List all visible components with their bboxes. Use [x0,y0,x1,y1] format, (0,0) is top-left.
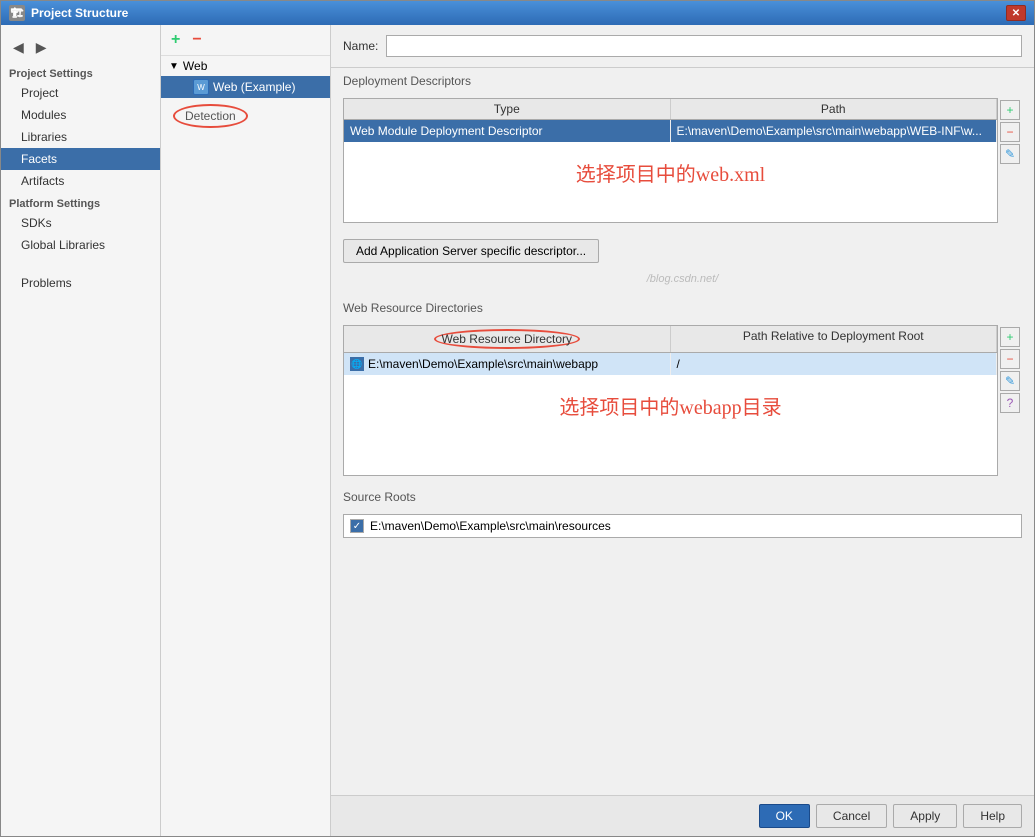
right-panel: Name: Web Deployment Descriptors Type Pa… [331,25,1034,836]
middle-toolbar: + − [161,25,330,56]
deployment-descriptors-section: Deployment Descriptors [331,68,1034,98]
tree-arrow: ▼ [169,61,179,72]
right-scroll-area: Deployment Descriptors Type Path Web Mod… [331,68,1034,795]
sidebar: ◀ ▶ Project Settings Project Modules Lib… [1,25,161,836]
sidebar-item-problems[interactable]: Problems [1,272,160,294]
tree-web-node[interactable]: ▼ Web [161,56,330,76]
deployment-side-buttons: + − ✎ [998,98,1022,223]
web-resource-side-buttons: + − ✎ ? [998,325,1022,476]
window-title: Project Structure [31,6,128,20]
add-server-btn-row: Add Application Server specific descript… [343,239,1022,263]
source-roots-checkbox[interactable]: ✓ [350,519,364,533]
deployment-descriptors-title: Deployment Descriptors [343,74,1022,88]
ok-button[interactable]: OK [759,804,810,828]
close-button[interactable]: ✕ [1006,5,1026,21]
rel-path-col-header: Path Relative to Deployment Root [671,326,998,352]
project-structure-window: 🏗 Project Structure ✕ ◀ ▶ Project Settin… [0,0,1035,837]
cancel-button[interactable]: Cancel [816,804,887,828]
web-resource-edit-button[interactable]: ✎ [1000,371,1020,391]
checkbox-check: ✓ [353,521,361,532]
sidebar-nav: ◀ ▶ Project Settings Project Modules Lib… [1,25,160,836]
web-resource-table-empty: 选择项目中的webapp目录 [344,375,997,475]
web-resource-remove-button[interactable]: − [1000,349,1020,369]
detection-label: Detection [185,109,236,123]
web-resource-dirs-section: Web Resource Directories [331,295,1034,325]
webapp-annotation: 选择项目中的webapp目录 [344,375,997,436]
main-content: ◀ ▶ Project Settings Project Modules Lib… [1,25,1034,836]
sidebar-item-global-libraries[interactable]: Global Libraries [1,234,160,256]
web-resource-table: Web Resource Directory Path Relative to … [343,325,998,476]
tree-web-example-node[interactable]: W Web (Example) [161,76,330,98]
platform-settings-label: Platform Settings [1,192,160,212]
deployment-remove-button[interactable]: − [1000,122,1020,142]
source-roots-section: Source Roots [331,484,1034,514]
source-roots-row: ✓ E:\maven\Demo\Example\src\main\resourc… [343,514,1022,538]
help-button[interactable]: Help [963,804,1022,828]
nav-forward-button[interactable]: ▶ [32,37,51,58]
add-facet-button[interactable]: + [167,29,184,51]
source-roots-path: E:\maven\Demo\Example\src\main\resources [370,519,611,533]
project-settings-label: Project Settings [1,62,160,82]
descriptor-path-cell: E:\maven\Demo\Example\src\main\webapp\WE… [671,120,998,142]
web-xml-annotation: 选择项目中的web.xml [344,142,997,203]
deployment-table-empty: 选择项目中的web.xml [344,142,997,222]
web-resource-help-button[interactable]: ? [1000,393,1020,413]
title-bar: 🏗 Project Structure ✕ [1,1,1034,25]
deployment-table-header: Type Path [344,99,997,120]
name-row: Name: Web [331,25,1034,68]
web-resource-dir-cell: 🌐 E:\maven\Demo\Example\src\main\webapp [344,353,671,375]
sidebar-item-sdks[interactable]: SDKs [1,212,160,234]
detection-area: Detection [161,98,330,128]
sidebar-item-facets[interactable]: Facets [1,148,160,170]
deployment-add-button[interactable]: + [1000,100,1020,120]
web-resource-row[interactable]: 🌐 E:\maven\Demo\Example\src\main\webapp … [344,353,997,375]
tree-web-example-label: Web (Example) [213,80,295,94]
window-icon: 🏗 [9,5,25,21]
sidebar-item-project[interactable]: Project [1,82,160,104]
nav-back-button[interactable]: ◀ [9,37,28,58]
dir-col-header: Web Resource Directory [344,326,671,352]
descriptor-type-cell: Web Module Deployment Descriptor [344,120,671,142]
deployment-descriptors-table: Type Path Web Module Deployment Descript… [343,98,998,223]
sidebar-item-modules[interactable]: Modules [1,104,160,126]
title-bar-controls: ✕ [1006,5,1026,21]
apply-button[interactable]: Apply [893,804,957,828]
add-server-descriptor-button[interactable]: Add Application Server specific descript… [343,239,599,263]
web-icon: W [193,79,209,95]
sidebar-item-libraries[interactable]: Libraries [1,126,160,148]
dialog-footer: OK Cancel Apply Help [331,795,1034,836]
source-roots-title: Source Roots [343,490,1022,504]
path-col-header: Path [671,99,998,119]
tree-web-label: Web [183,59,207,73]
remove-facet-button[interactable]: − [188,29,205,51]
web-resource-dirs-title: Web Resource Directories [343,301,1022,315]
web-resource-header: Web Resource Directory Path Relative to … [344,326,997,353]
middle-panel: + − ▼ Web W Web (Example) Detection [161,25,331,836]
web-resource-icon: 🌐 [350,357,364,371]
type-col-header: Type [344,99,671,119]
name-input[interactable]: Web [386,35,1022,57]
web-resource-add-button[interactable]: + [1000,327,1020,347]
deployment-descriptors-table-wrapper: Type Path Web Module Deployment Descript… [343,98,1022,223]
web-resource-path-cell: / [671,353,998,375]
deployment-descriptor-row[interactable]: Web Module Deployment Descriptor E:\mave… [344,120,997,142]
web-resource-table-wrapper: Web Resource Directory Path Relative to … [343,325,1022,476]
title-bar-left: 🏗 Project Structure [9,5,128,21]
name-label: Name: [343,39,378,53]
watermark: /blog.csdn.net/ [331,271,1034,287]
deployment-edit-button[interactable]: ✎ [1000,144,1020,164]
dir-col-oval: Web Resource Directory [434,329,581,349]
sidebar-item-artifacts[interactable]: Artifacts [1,170,160,192]
